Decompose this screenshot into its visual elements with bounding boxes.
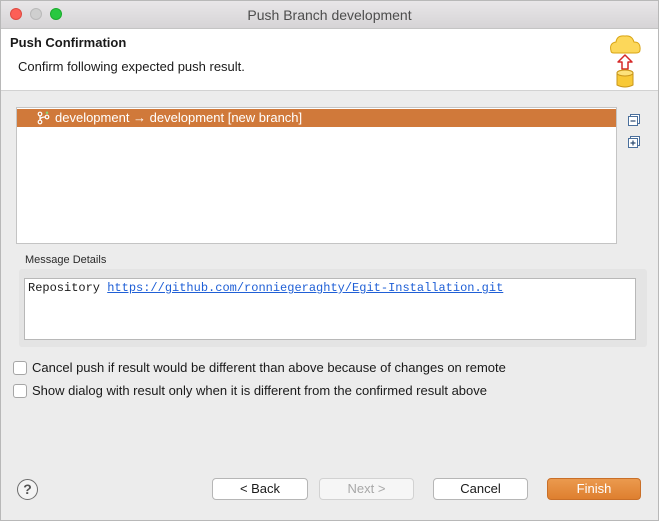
cancel-button[interactable]: Cancel bbox=[433, 478, 528, 500]
page-description: Confirm following expected push result. bbox=[18, 59, 245, 74]
message-details-label: Message Details bbox=[25, 254, 107, 266]
title-bar[interactable]: Push Branch development bbox=[1, 1, 658, 29]
repository-link[interactable]: https://github.com/ronniegeraghty/Egit-I… bbox=[107, 281, 503, 295]
push-result-label: development → development [new branch] bbox=[55, 110, 303, 125]
push-branch-dialog: Push Branch development Push Confirmatio… bbox=[0, 0, 659, 521]
show-dialog-checkbox-label[interactable]: Show dialog with result only when it is … bbox=[32, 383, 487, 398]
show-dialog-checkbox[interactable] bbox=[13, 384, 27, 398]
cancel-push-checkbox[interactable] bbox=[13, 361, 27, 375]
push-to-cloud-icon bbox=[610, 35, 641, 88]
repository-prefix: Repository bbox=[28, 281, 101, 295]
cancel-push-checkbox-label[interactable]: Cancel push if result would be different… bbox=[32, 360, 506, 375]
next-button: Next > bbox=[319, 478, 414, 500]
collapse-all-icon[interactable] bbox=[627, 113, 641, 127]
push-result-list[interactable]: development → development [new branch] bbox=[16, 107, 617, 244]
help-button[interactable]: ? bbox=[17, 479, 38, 500]
message-details-box[interactable]: Repository https://github.com/ronniegera… bbox=[24, 278, 636, 340]
finish-button[interactable]: Finish bbox=[547, 478, 641, 500]
push-result-row[interactable]: development → development [new branch] bbox=[17, 109, 616, 127]
back-button[interactable]: < Back bbox=[212, 478, 308, 500]
window-title: Push Branch development bbox=[247, 7, 412, 23]
expand-all-icon[interactable] bbox=[627, 135, 641, 149]
message-line: Repository https://github.com/ronniegera… bbox=[28, 281, 503, 295]
branch-icon bbox=[37, 111, 50, 125]
page-title: Push Confirmation bbox=[10, 35, 127, 50]
header-banner: Push Confirmation Confirm following expe… bbox=[1, 29, 658, 91]
